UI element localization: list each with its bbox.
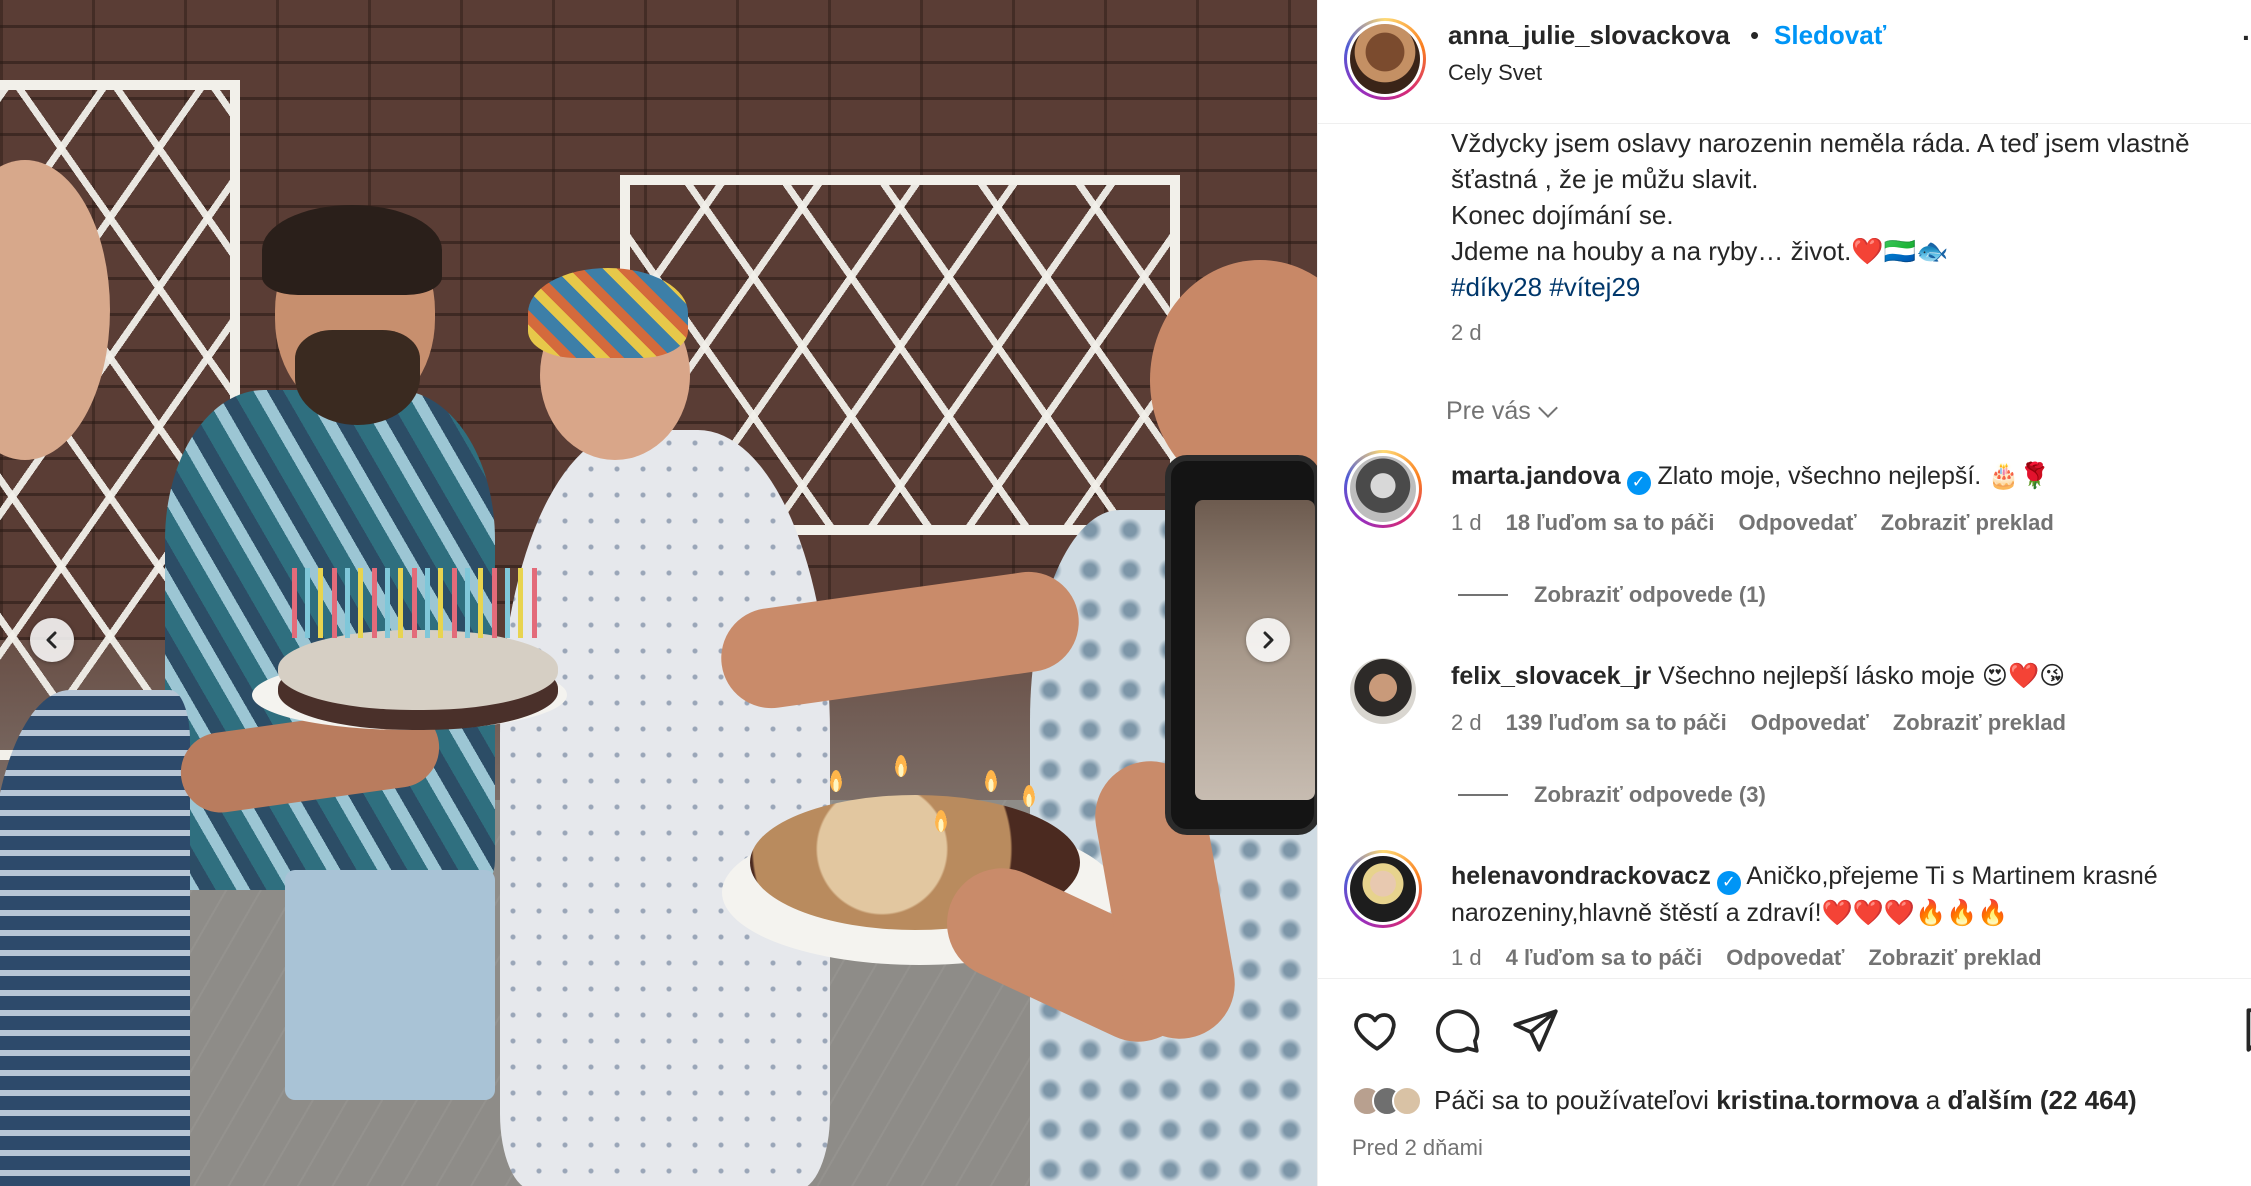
caption-line: Jdeme na houby a na ryby… život.❤️🇸🇱🐟 [1451,236,1949,266]
comment-text: Všechno nejlepší lásko moje 😍❤️😘 [1658,662,2066,690]
candles [292,568,542,638]
comment-meta: 1 d 18 ľuďom sa to páči Odpovedať Zobraz… [1451,510,2054,536]
translate-button[interactable]: Zobraziť preklad [1893,710,2066,736]
post-caption: Vždycky jsem oslavy narozenin neměla rád… [1451,125,2251,305]
liker-avatar[interactable] [1392,1085,1422,1116]
author-avatar[interactable] [1344,18,1426,100]
comment-meta: 2 d 139 ľuďom sa to páči Odpovedať Zobra… [1451,710,2066,736]
chevron-right-icon[interactable] [1246,618,1290,662]
left-person [0,690,190,1186]
comment-text: Zlato moje, všechno nejlepší. 🎂🌹 [1657,462,2051,490]
man-beard [295,330,420,425]
comment-time[interactable]: 1 d [1451,510,1482,536]
comment-likes[interactable]: 4 ľuďom sa to páči [1506,945,1703,971]
post-actions: Páči sa to používateľovi kristina.tormov… [1318,978,2251,1186]
man-hair [262,205,442,295]
view-replies-button[interactable]: Zobraziť odpovede (3) [1458,782,1766,808]
hashtag-link[interactable]: #vítej29 [1549,272,1640,302]
comment-username[interactable]: felix_slovacek_jr [1451,662,1651,690]
commenter-avatar[interactable] [1344,450,1422,528]
post-timestamp[interactable]: Pred 2 dňami [1352,1135,1483,1161]
comment-username[interactable]: marta.jandova [1451,462,1621,490]
birthday-cake-left [278,630,558,710]
view-replies-label: Zobraziť odpovede (3) [1534,782,1766,807]
more-options-icon[interactable]: · [2242,22,2251,54]
likes-others-link[interactable]: ďalším (22 464) [1947,1085,2136,1115]
comment-sort-dropdown[interactable]: Pre vás [1446,397,1558,426]
hashtag-link[interactable]: #díky28 [1451,272,1542,302]
reply-button[interactable]: Odpovedať [1751,710,1869,736]
comment-icon[interactable] [1432,1005,1482,1055]
chevron-left-icon[interactable] [30,618,74,662]
comment-username[interactable]: helenavondrackovacz [1451,862,1711,890]
view-replies-label: Zobraziť odpovede (1) [1534,582,1766,607]
replies-divider [1458,794,1508,796]
candle-flame [935,810,947,832]
comment-time[interactable]: 2 d [1451,710,1482,736]
translate-button[interactable]: Zobraziť preklad [1881,510,2054,536]
caption-line: Vždycky jsem oslavy narozenin neměla rád… [1451,128,2190,158]
candle-flame [985,770,997,792]
bookmark-icon[interactable] [2238,1005,2251,1055]
post-photo[interactable] [0,0,1317,1186]
separator-dot: • [1750,20,1760,50]
candle-flame [1023,785,1035,807]
comment-body: felix_slovacek_jr Všechno nejlepší lásko… [1451,658,2241,694]
liker-username[interactable]: kristina.tormova [1716,1085,1918,1115]
caption-line: Konec dojímání se. [1451,200,1674,230]
man-shorts [285,870,495,1100]
verified-badge-icon: ✓ [1626,471,1651,495]
share-icon[interactable] [1510,1005,1560,1055]
post-header: anna_julie_slovackova • Sledovať Cely Sv… [1318,0,2251,124]
translate-button[interactable]: Zobraziť preklad [1868,945,2041,971]
comment-time[interactable]: 1 d [1451,945,1482,971]
comment-body: helenavondrackovacz ✓ Aničko,přejeme Ti s… [1451,858,2241,931]
likes-summary: Páči sa to používateľovi kristina.tormov… [1352,1085,2137,1116]
likes-connector: a [1925,1085,1941,1115]
verified-badge-icon: ✓ [1716,871,1741,895]
replies-divider [1458,594,1508,596]
post-location[interactable]: Cely Svet [1448,60,1542,86]
post-sidebar: anna_julie_slovackova • Sledovať Cely Sv… [1317,0,2251,1186]
likes-text: Páči sa to používateľovi kristina.tormov… [1434,1085,2137,1116]
candle-flame [830,770,842,792]
comment-body: marta.jandova ✓ Zlato moje, všechno nejle… [1451,458,2241,495]
likes-prefix: Páči sa to používateľovi [1434,1085,1709,1115]
caption-line: šťastná , že je můžu slavit. [1451,164,1759,194]
commenter-avatar[interactable] [1344,850,1422,928]
author-username[interactable]: anna_julie_slovackova [1448,20,1730,51]
comment-likes[interactable]: 18 ľuďom sa to páči [1506,510,1715,536]
woman-turban [528,268,688,358]
commenter-avatar[interactable] [1350,658,1416,724]
caption-timestamp[interactable]: 2 d [1451,320,1482,346]
comment-likes[interactable]: 139 ľuďom sa to páči [1506,710,1727,736]
follow-button[interactable]: Sledovať [1774,20,1886,51]
sort-label: Pre vás [1446,397,1531,425]
reply-button[interactable]: Odpovedať [1739,510,1857,536]
candle-flame [895,755,907,777]
woman-dress [500,430,830,1186]
comment-meta: 1 d 4 ľuďom sa to páči Odpovedať Zobrazi… [1451,945,2042,971]
chevron-down-icon [1537,397,1558,418]
heart-icon[interactable] [1352,1005,1402,1055]
view-replies-button[interactable]: Zobraziť odpovede (1) [1458,582,1766,608]
reply-button[interactable]: Odpovedať [1726,945,1844,971]
